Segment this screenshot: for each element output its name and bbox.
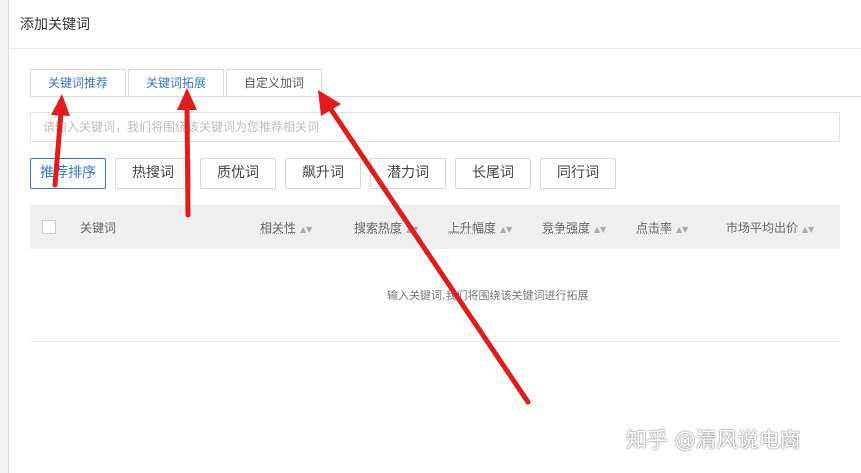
arrow-to-recommend-tab — [51, 94, 70, 188]
watermark: 知乎 @清风说电商 — [626, 428, 801, 452]
annotation-arrows — [51, 88, 531, 405]
arrow-to-expand-tab — [177, 88, 197, 218]
arrow-to-custom-tab — [318, 90, 531, 405]
